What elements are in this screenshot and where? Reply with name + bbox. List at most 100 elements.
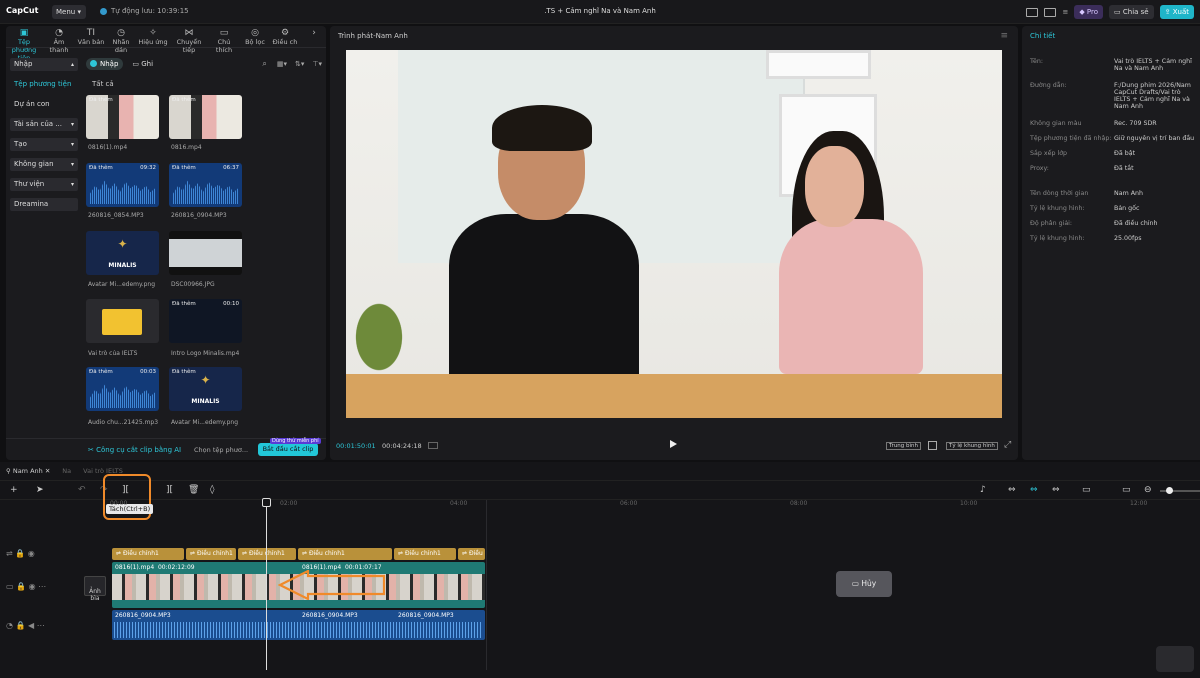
media-item[interactable]: Đã thêm xyxy=(169,95,242,139)
window-icon[interactable] xyxy=(1044,7,1057,17)
menu-icon[interactable]: ≡ xyxy=(1000,31,1008,41)
details-list: Tên: Vai trò IELTS + Cảm nghĩ Na và Nam A… xyxy=(1030,58,1195,242)
details-title: Chi tiết xyxy=(1030,32,1056,40)
audio-label: 260816_0904.MP3 xyxy=(398,612,454,619)
trim-icon[interactable]: ][ xyxy=(166,485,173,495)
tab-audio[interactable]: ◔ Âm thanh xyxy=(44,28,74,54)
sort-icon[interactable]: ⇅▾ xyxy=(295,60,304,68)
start-cut-button[interactable]: Bắt đầu cắt clip xyxy=(258,443,318,456)
audio-label: 260816_0904.MP3 xyxy=(302,612,358,619)
media-icon: ▣ xyxy=(19,28,29,38)
quality-button[interactable]: Trung bình xyxy=(886,442,922,450)
bottom-right-tools[interactable] xyxy=(1156,646,1194,672)
sidebar-item-space[interactable]: Không gian ▾ xyxy=(10,158,78,171)
microphone-icon[interactable]: ♪ xyxy=(980,485,986,495)
adjust-clip[interactable]: ⇌ Điều chỉnh1 xyxy=(394,548,456,560)
filter-icon[interactable]: ⊤▾ xyxy=(312,60,322,68)
crop-icon[interactable] xyxy=(928,441,937,450)
media-item-label: 260816_0854.MP3 xyxy=(88,212,144,219)
track-end-line xyxy=(486,500,487,670)
tab-stickers[interactable]: ◷ Nhãn dán xyxy=(106,28,136,54)
media-item[interactable]: Đã thêm 06:37 xyxy=(169,163,242,207)
layout-icon[interactable] xyxy=(1026,7,1039,17)
media-item[interactable]: Đã thêm xyxy=(86,95,159,139)
waveform-icon xyxy=(90,384,155,408)
magnet-icon[interactable]: ⇔ xyxy=(1030,485,1038,495)
undo-icon[interactable]: ↶ xyxy=(78,485,86,495)
time-ruler: 00:00 02:00 04:00 06:00 08:00 10:00 12:0… xyxy=(110,500,1148,507)
sidebar-item-subproject[interactable]: Dự án con xyxy=(10,98,78,111)
timeline-tab[interactable]: Na xyxy=(62,467,71,475)
adjust-clip[interactable]: ⇌ Điều chỉnh1 xyxy=(186,548,236,560)
link-icon[interactable]: ⇔ xyxy=(1008,485,1016,495)
media-item-folder[interactable] xyxy=(86,299,159,343)
media-toolbar: Nhập ▭ Ghi ⌕ ▦▾ ⇅▾ ⊤▾ xyxy=(86,58,322,70)
sidebar-item-library[interactable]: Thư viện ▾ xyxy=(10,178,78,191)
adjust-clip[interactable]: ⇌ Điều chỉnh1 xyxy=(298,548,392,560)
delete-icon[interactable]: 🗑 xyxy=(188,485,199,495)
select-tool-icon[interactable]: ➤ xyxy=(36,485,44,495)
playhead-handle[interactable] xyxy=(262,498,271,507)
adjust-clip[interactable]: ⇌ Điều chỉnh1 xyxy=(458,548,485,560)
tab-filters[interactable]: ◎ Bộ lọc xyxy=(240,28,270,46)
ai-cut-tool[interactable]: ✂ Công cụ cắt clip bằng AI xyxy=(88,446,181,454)
play-icon[interactable] xyxy=(670,440,677,448)
aspect-ratio-button[interactable]: Tỷ lệ khung hình xyxy=(946,442,998,450)
record-button[interactable]: ▭ Ghi xyxy=(127,58,158,70)
tab-captions[interactable]: ▭ Chú thích xyxy=(209,28,239,54)
tabs-next-button[interactable]: › xyxy=(304,28,324,38)
screen-icon[interactable]: ▭ xyxy=(1122,485,1131,495)
grid-view-icon[interactable]: ▦▾ xyxy=(277,60,287,68)
zoom-out-icon[interactable]: ⊖ xyxy=(1144,485,1152,495)
audio-icon: ◔ xyxy=(55,28,63,38)
cover-button[interactable]: Ảnh bìa xyxy=(84,576,106,602)
tab-adjust[interactable]: ⚙ Điều ch xyxy=(270,28,300,46)
preview-axis-icon[interactable]: ▭ xyxy=(1082,485,1091,495)
cancel-button[interactable]: ▭ Hủy xyxy=(836,571,892,597)
adjust-clip[interactable]: ⇌ Điều chỉnh1 xyxy=(238,548,296,560)
filter-icon: ◎ xyxy=(251,28,259,38)
media-item[interactable]: Đã thêm ✦ MINALIS xyxy=(169,367,242,411)
add-track-icon[interactable]: + xyxy=(10,485,18,495)
ai-cut-bar: ✂ Công cụ cắt clip bằng AI Chọn tệp phươ… xyxy=(6,438,326,460)
audio-track-controls[interactable]: ◔ 🔒 ◀ ⋯ xyxy=(6,621,45,630)
wings-logo-icon: ✦ xyxy=(117,237,128,251)
pro-button[interactable]: ◆ Pro xyxy=(1074,5,1104,19)
sidebar-item-import[interactable]: Nhập ▴ xyxy=(10,58,78,71)
tab-transitions[interactable]: ⋈ Chuyển tiếp xyxy=(172,28,206,54)
video-track-controls[interactable]: ▭ 🔒 ◉ ⋯ xyxy=(6,582,46,591)
media-item-label: DSC00966.JPG xyxy=(171,281,215,288)
tab-effects[interactable]: ✧ Hiệu ứng xyxy=(138,28,168,46)
shield-icon[interactable]: ◊ xyxy=(210,485,214,495)
zoom-slider-handle[interactable] xyxy=(1166,487,1173,494)
timeline-tab[interactable]: ⚲ Nam Anh ✕ xyxy=(6,467,50,475)
choose-file-button[interactable]: Chọn tệp phươ... xyxy=(194,446,248,454)
media-item[interactable]: Đã thêm 00:10 xyxy=(169,299,242,343)
sidebar-item-dreamina[interactable]: Dreamina xyxy=(10,198,78,211)
tab-media[interactable]: ▣Tệp phương tiện xyxy=(6,28,42,62)
media-item[interactable]: ✦ MINALIS xyxy=(86,231,159,275)
effects-icon: ✧ xyxy=(149,28,157,38)
more-icon[interactable]: ≡ xyxy=(1062,8,1068,16)
media-item[interactable] xyxy=(169,231,242,275)
grid-icon[interactable] xyxy=(428,442,438,449)
search-icon[interactable]: ⌕ xyxy=(262,59,266,69)
sidebar-item-media[interactable]: Tệp phương tiện xyxy=(10,78,78,91)
export-button[interactable]: ⇪ Xuất xyxy=(1159,5,1194,19)
share-button[interactable]: ▭ Chia sẻ xyxy=(1109,5,1154,19)
media-item[interactable]: Đã thêm 09:32 xyxy=(86,163,159,207)
playhead[interactable] xyxy=(266,500,267,670)
sidebar-item-create[interactable]: Tạo ▾ xyxy=(10,138,78,151)
sidebar-item-assets[interactable]: Tài sản của ... ▾ xyxy=(10,118,78,131)
tab-text[interactable]: TI Văn bản xyxy=(76,28,106,46)
adjust-clip[interactable]: ⇌ Điều chỉnh1 xyxy=(112,548,184,560)
audio-waveform xyxy=(114,622,483,638)
project-title: .TS + Cảm nghĩ Na và Nam Anh xyxy=(544,7,656,15)
snap-icon[interactable]: ⇔ xyxy=(1052,485,1060,495)
media-sidebar: Nhập ▴ Tệp phương tiện Dự án con Tài sản … xyxy=(10,58,78,218)
media-item[interactable]: Đã thêm 00:03 xyxy=(86,367,159,411)
video-preview[interactable] xyxy=(346,50,1002,418)
fullscreen-icon[interactable]: ⤢ xyxy=(1004,440,1011,450)
adjust-track-controls[interactable]: ⇌ 🔒 ◉ xyxy=(6,549,35,558)
import-button[interactable]: Nhập xyxy=(86,58,124,70)
